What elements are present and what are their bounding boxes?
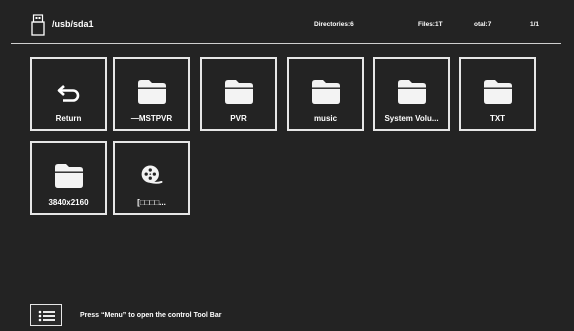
directories-count: Directories:6 [314, 21, 354, 28]
menu-hint-text: Press “Menu” to open the control Tool Ba… [80, 312, 222, 319]
folder-label: music [313, 114, 338, 123]
film-reel-icon [141, 165, 162, 184]
total-count: otal:7 [474, 21, 492, 28]
folder-label: PVR [230, 114, 247, 123]
folder-label: 3840x2160 [48, 198, 89, 207]
folder-label: System Volu... [384, 114, 439, 123]
video-file-tile[interactable]: [□□□□... [113, 141, 190, 215]
folder-tile-music[interactable]: music [287, 57, 364, 131]
return-icon [57, 85, 79, 102]
folder-icon [483, 80, 512, 104]
folder-icon [311, 80, 340, 104]
files-count: Files:1T [418, 21, 443, 28]
folder-tile-pvr[interactable]: PVR [200, 57, 277, 131]
folder-icon [137, 80, 166, 104]
return-label: Return [55, 114, 82, 123]
current-path: /usb/sda1 [52, 19, 94, 29]
video-file-label: [□□□□... [137, 198, 166, 207]
folder-tile-3840x2160[interactable]: 3840x2160 [30, 141, 107, 215]
usb-drive-icon [31, 14, 45, 36]
top-bar: /usb/sda1 Directories:6 Files:1T otal:7 … [0, 0, 574, 46]
folder-label: TXT [489, 114, 506, 123]
folder-tile-txt[interactable]: TXT [459, 57, 536, 131]
folder-icon [224, 80, 253, 104]
folder-tile-system-volume[interactable]: System Volu... [373, 57, 450, 131]
return-tile[interactable]: Return [30, 57, 107, 131]
folder-tile-mstpvr[interactable]: —MSTPVR [113, 57, 190, 131]
folder-icon [397, 80, 426, 104]
folder-label: —MSTPVR [130, 114, 173, 123]
folder-icon [54, 164, 83, 188]
header-divider [11, 43, 561, 44]
menu-list-icon [38, 310, 55, 322]
page-indicator: 1/1 [530, 21, 540, 28]
menu-button[interactable] [30, 304, 62, 326]
